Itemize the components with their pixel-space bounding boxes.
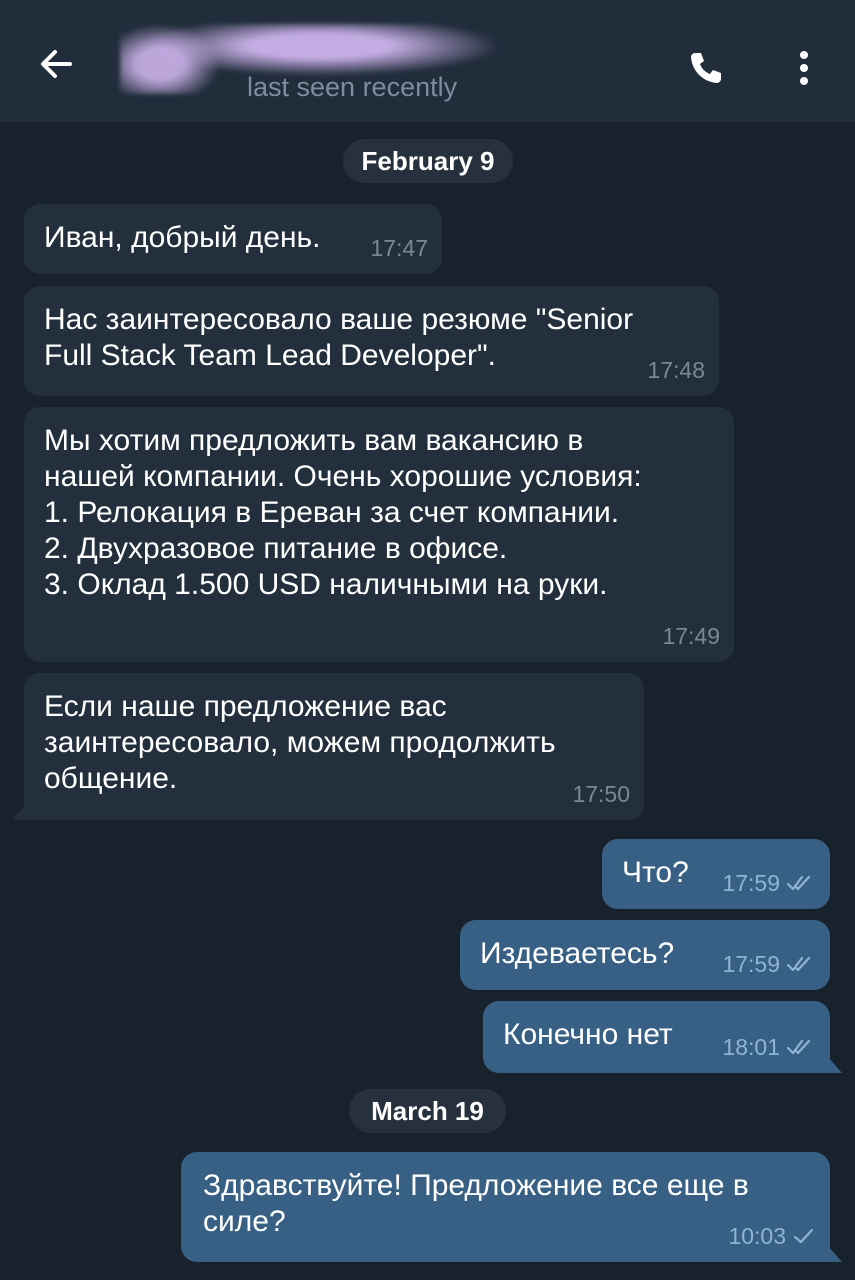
date-label: March 19 (371, 1096, 484, 1126)
bubble-tail (828, 1246, 842, 1262)
incoming-message[interactable]: Нас заинтересовало ваше резюме "Senior F… (24, 286, 719, 396)
phone-icon (691, 53, 721, 83)
outgoing-message[interactable]: Здравствуйте! Предложение все еще в силе… (181, 1152, 842, 1262)
message-time: 17:49 (662, 618, 720, 654)
time-label: 17:48 (647, 357, 705, 383)
time-label: 17:49 (662, 623, 720, 649)
time-label: 18:01 (722, 1034, 780, 1060)
last-seen-status: last seen recently (247, 72, 458, 102)
outgoing-message[interactable]: Издеваетесь? 17:59 (460, 920, 830, 990)
more-vertical-icon (800, 51, 808, 85)
message-time: 17:59 (722, 865, 816, 901)
incoming-message[interactable]: Мы хотим предложить вам вакансию в нашей… (24, 407, 734, 662)
message-text: Здравствуйте! Предложение все еще в силе… (203, 1169, 749, 1238)
bubble-tail (12, 804, 26, 820)
arrow-left-icon (41, 50, 72, 78)
message-text: Нас заинтересовало ваше резюме "Senior F… (44, 303, 634, 372)
more-menu-button[interactable] (782, 42, 826, 94)
message-time: 10:03 (728, 1218, 816, 1254)
check-icon (793, 1228, 814, 1244)
date-separator: February 9 (343, 139, 513, 183)
double-check-icon (786, 956, 811, 972)
message-time: 17:48 (647, 352, 705, 388)
bubble-tail (828, 1057, 842, 1073)
double-check-icon (786, 875, 811, 891)
date-separator: March 19 (349, 1089, 506, 1133)
time-label: 17:59 (722, 951, 780, 977)
time-label: 10:03 (728, 1223, 786, 1249)
back-button[interactable] (30, 38, 82, 90)
outgoing-message[interactable]: Что? 17:59 (602, 839, 830, 909)
incoming-message[interactable]: Если наше предложение вас заинтересовало… (12, 673, 644, 820)
message-time: 17:59 (722, 946, 816, 982)
time-label: 17:50 (572, 781, 630, 807)
call-button[interactable] (680, 42, 732, 94)
time-label: 17:59 (722, 870, 780, 896)
message-time: 17:47 (370, 230, 428, 266)
time-label: 17:47 (370, 235, 428, 261)
incoming-message[interactable]: Иван, добрый день. 17:47 (24, 204, 442, 274)
outgoing-message[interactable]: Конечно нет 18:01 (483, 1001, 842, 1073)
message-time: 17:50 (572, 776, 630, 812)
double-check-icon (786, 1039, 811, 1055)
message-text: Иван, добрый день. (44, 221, 321, 254)
chat-header: last seen recently (0, 0, 855, 122)
message-text: Если наше предложение вас заинтересовало… (44, 690, 556, 795)
message-time: 18:01 (722, 1029, 816, 1065)
message-text: Мы хотим предложить вам вакансию в нашей… (44, 424, 642, 601)
date-label: February 9 (361, 146, 495, 176)
